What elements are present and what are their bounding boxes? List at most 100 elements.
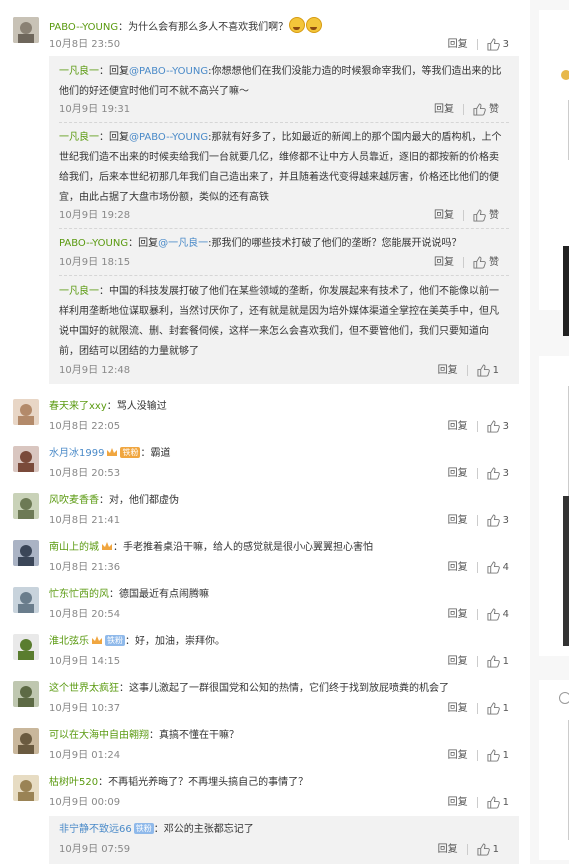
reply-button[interactable]: 回复 (448, 466, 468, 482)
reply-button[interactable]: 回复 (448, 748, 468, 764)
comment-item: 南山上的城 ：手老推着桌沿干嘛，给人的感觉就是很小心翼翼担心害怕 10月8日 21:… (0, 537, 530, 577)
avatar[interactable] (13, 681, 39, 707)
avatar[interactable] (13, 775, 39, 801)
comment-text: 这个世界太疯狂：这事儿激起了一群很国党和公知的热情，它们终于找到放屁喷粪的机会了 (49, 681, 509, 697)
reply-item: 一凡良一：回复@PABO--YOUNG:你想想他们在我们没能力造的时候狠命宰我们… (49, 62, 519, 122)
timestamp: 10月8日 21:36 (49, 562, 121, 573)
like-count: 1 (492, 844, 499, 855)
reply-button[interactable]: 回复 (438, 842, 458, 858)
reply-text: PABO--YOUNG：回复@一凡良一:那我们的哪些技术打破了他们的垄断？您能展… (59, 234, 507, 254)
reply-button[interactable]: 回复 (434, 255, 454, 271)
mention-link[interactable]: @PABO--YOUNG (129, 132, 208, 143)
reply-meta: 10月9日 19:31 回复 赞 (59, 102, 509, 118)
reply-button[interactable]: 回复 (434, 208, 454, 224)
username-link[interactable]: 一凡良一 (59, 286, 99, 297)
thumbs-up-icon (487, 655, 500, 668)
reply-button[interactable]: 回复 (448, 37, 468, 53)
like-button[interactable]: 赞 (473, 102, 499, 118)
comment-body: ：霸道 (140, 448, 171, 459)
reply-thread: 非宁静不致远66 铁粉 ：邓公的主张都忘记了 10月9日 07:59 回复 1 (49, 816, 519, 864)
username-link[interactable]: 非宁静不致远66 (59, 824, 132, 835)
like-button[interactable]: 3 (487, 37, 509, 53)
right-sidebar (537, 0, 569, 864)
sidebar-icon (561, 70, 569, 80)
like-button[interactable]: 1 (487, 748, 509, 764)
like-count: 1 (502, 656, 509, 667)
mention-link[interactable]: @PABO--YOUNG (129, 66, 208, 77)
username-link[interactable]: 水月冰1999 (49, 448, 104, 459)
reply-button[interactable]: 回复 (434, 102, 454, 118)
thumbs-up-icon (487, 608, 500, 621)
reply-button[interactable]: 回复 (448, 654, 468, 670)
reply-button[interactable]: 回复 (448, 701, 468, 717)
comment-actions: 回复 3 (448, 466, 509, 482)
avatar[interactable] (13, 493, 39, 519)
username-link[interactable]: 一凡良一 (59, 132, 99, 143)
username-link[interactable]: 淮北弦乐 (49, 636, 89, 647)
reply-actions: 回复 赞 (434, 255, 499, 271)
avatar[interactable] (13, 634, 39, 660)
like-button[interactable]: 4 (487, 607, 509, 623)
username-link[interactable]: 南山上的城 (49, 542, 99, 553)
like-button[interactable]: 1 (487, 795, 509, 811)
username-link[interactable]: 忙东忙西的风 (49, 589, 109, 600)
like-count: 1 (502, 797, 509, 808)
divider (466, 844, 468, 855)
divider (463, 210, 464, 221)
username-link[interactable]: 可以在大海中自由翱翔 (49, 730, 149, 741)
sidebar-card (539, 10, 569, 336)
thumbs-up-icon (487, 514, 500, 527)
username-link[interactable]: PABO--YOUNG (59, 238, 128, 249)
reply-button[interactable]: 回复 (448, 560, 468, 576)
like-button[interactable]: 赞 (473, 255, 499, 271)
timestamp: 10月8日 21:41 (49, 515, 121, 526)
username-link[interactable]: 风吹麦香香 (49, 495, 99, 506)
divider (463, 104, 464, 115)
avatar[interactable] (13, 17, 39, 43)
timestamp: 10月9日 01:24 (49, 750, 121, 761)
comment-item: 春天来了xxy：骂人没输过 10月8日 22:05 回复 3 (0, 396, 530, 436)
like-button[interactable]: 3 (487, 513, 509, 529)
reply-button[interactable]: 回复 (448, 607, 468, 623)
circle-icon (559, 692, 569, 704)
comment-meta: 10月8日 21:36 回复 4 (49, 560, 519, 576)
reply-actions: 回复 赞 (434, 102, 499, 118)
like-button[interactable]: 1 (487, 654, 509, 670)
reply-item: 一凡良一：回复@PABO--YOUNG:那就有好多了，比如最近的新闻上的那个国内… (49, 128, 519, 222)
username-link[interactable]: 一凡良一 (59, 66, 99, 77)
like-button[interactable]: 4 (487, 560, 509, 576)
username-link[interactable]: 枯树叶520 (49, 777, 98, 788)
reply-button[interactable]: 回复 (448, 513, 468, 529)
like-button[interactable]: 1 (477, 363, 499, 379)
comment-item: 这个世界太疯狂：这事儿激起了一群很国党和公知的热情，它们终于找到放屁喷粪的机会了… (0, 678, 530, 718)
username-link[interactable]: 这个世界太疯狂 (49, 683, 119, 694)
thumbs-up-icon (487, 467, 500, 480)
comment-body: ：为什么会有那么多人不喜欢我们啊？ (118, 22, 289, 33)
mention-link[interactable]: @一凡良一 (158, 238, 208, 249)
comment-actions: 回复 3 (448, 513, 509, 529)
avatar[interactable] (13, 399, 39, 425)
divider (466, 365, 468, 376)
like-button[interactable]: 3 (487, 419, 509, 435)
like-count: 3 (502, 468, 509, 479)
like-button[interactable]: 1 (477, 842, 499, 858)
reply-prefix: ：回复 (128, 238, 159, 249)
comment-body: ：骂人没输过 (106, 401, 167, 412)
username-link[interactable]: 春天来了xxy (49, 401, 107, 412)
reply-button[interactable]: 回复 (448, 419, 468, 435)
reply-button[interactable]: 回复 (438, 363, 458, 379)
sidebar-card (539, 680, 569, 860)
like-count: 1 (502, 703, 509, 714)
timestamp: 10月8日 23:50 (49, 39, 121, 50)
comment-meta: 10月8日 20:54 回复 4 (49, 607, 519, 623)
username-link[interactable]: PABO--YOUNG (49, 22, 118, 33)
avatar[interactable] (13, 446, 39, 472)
avatar[interactable] (13, 587, 39, 613)
reply-item: 一凡良一：中国的科技发展打破了他们在某些领域的垄断，你发展起来有技术了，他们不能… (49, 282, 519, 382)
avatar[interactable] (13, 728, 39, 754)
avatar[interactable] (13, 540, 39, 566)
like-button[interactable]: 1 (487, 701, 509, 717)
like-button[interactable]: 3 (487, 466, 509, 482)
like-button[interactable]: 赞 (473, 208, 499, 224)
reply-button[interactable]: 回复 (448, 795, 468, 811)
